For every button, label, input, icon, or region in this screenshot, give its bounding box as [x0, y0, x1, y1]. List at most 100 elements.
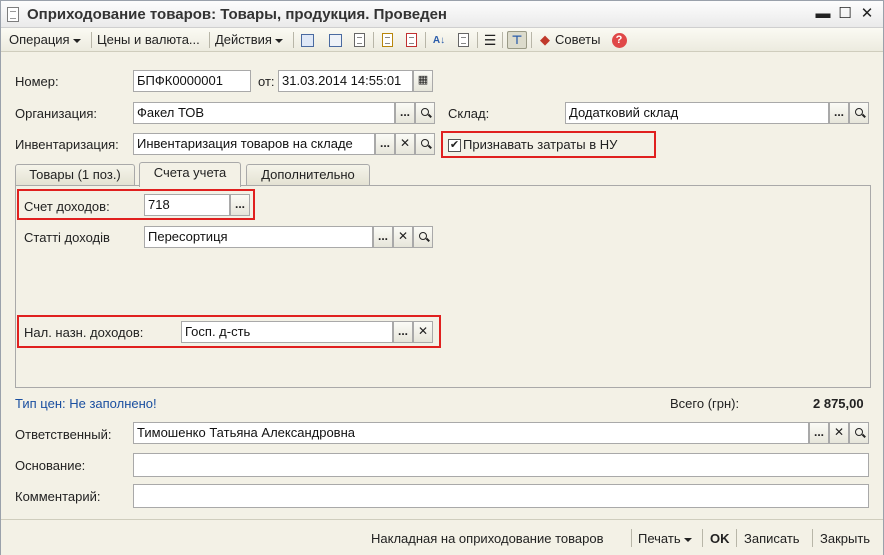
search-icon: [421, 139, 429, 147]
bottombar-divider: [631, 529, 632, 547]
responsible-open-button[interactable]: [849, 422, 869, 444]
warehouse-label: Склад:: [448, 106, 490, 121]
operation-menu-label: Операция: [9, 32, 70, 47]
search-icon: [855, 108, 863, 116]
actions-menu-label: Действия: [215, 32, 272, 47]
toolbar-divider: [293, 32, 294, 48]
bottombar-divider: [736, 529, 737, 547]
search-icon: [855, 428, 863, 436]
toolbar-divider: [209, 32, 210, 48]
number-field[interactable]: БПФК0000001: [133, 70, 251, 92]
close-window-button[interactable]: ✕: [857, 4, 877, 24]
prices-currency-button[interactable]: Цены и валюта...: [97, 31, 200, 49]
income-items-field[interactable]: Пересортиця: [144, 226, 373, 248]
hierarchy-icon[interactable]: ⊤: [507, 31, 527, 49]
total-value: 2 875,00: [813, 396, 864, 411]
income-items-clear-button[interactable]: ✕: [393, 226, 413, 248]
chevron-down-icon: [683, 537, 692, 542]
responsible-clear-button[interactable]: ✕: [829, 422, 849, 444]
toolbar-divider: [502, 32, 503, 48]
structure-icon[interactable]: ☰: [482, 32, 498, 48]
date-field[interactable]: 31.03.2014 14:55:01: [278, 70, 413, 92]
search-icon: [419, 232, 427, 240]
tips-button[interactable]: Советы: [555, 31, 600, 49]
operation-menu[interactable]: Операция: [9, 31, 81, 49]
refresh-icon[interactable]: [327, 32, 343, 48]
delete-document-icon[interactable]: [403, 32, 419, 48]
tips-icon[interactable]: ◆: [537, 32, 553, 48]
save-button[interactable]: Записать: [744, 531, 800, 546]
maximize-button[interactable]: ☐: [835, 4, 855, 24]
document-icon: [7, 7, 19, 22]
price-type-link[interactable]: Тип цен: Не заполнено!: [15, 396, 157, 411]
search-icon: [421, 108, 429, 116]
responsible-field[interactable]: Тимошенко Татьяна Александровна: [133, 422, 809, 444]
title-bar: Оприходование товаров: Товары, продукция…: [1, 1, 883, 28]
basis-field[interactable]: [133, 453, 869, 477]
income-account-field[interactable]: 718: [144, 194, 230, 216]
inventory-field[interactable]: Инвентаризация товаров на складе: [133, 133, 375, 155]
print-menu[interactable]: Печать: [638, 531, 692, 546]
bottombar-divider: [812, 529, 813, 547]
number-label: Номер:: [15, 74, 59, 89]
recognize-costs-checkbox[interactable]: ✔: [448, 139, 461, 152]
help-icon[interactable]: ?: [611, 32, 627, 48]
warehouse-field[interactable]: Додатковий склад: [565, 102, 829, 124]
post-document-icon[interactable]: [299, 32, 315, 48]
ok-button[interactable]: OK: [710, 531, 730, 546]
calendar-button[interactable]: ▦: [413, 70, 433, 92]
warehouse-open-button[interactable]: [849, 102, 869, 124]
bottom-action-bar: Накладная на оприходование товаров Печат…: [1, 519, 883, 555]
close-button[interactable]: Закрыть: [820, 531, 870, 546]
inventory-clear-button[interactable]: ✕: [395, 133, 415, 155]
tab-additional[interactable]: Дополнительно: [246, 164, 370, 186]
new-document-icon[interactable]: [379, 32, 395, 48]
toolbar-divider: [373, 32, 374, 48]
toolbar-divider: [531, 32, 532, 48]
basis-label: Основание:: [15, 458, 86, 473]
bottombar-divider: [702, 529, 703, 547]
income-items-select-button[interactable]: ...: [373, 226, 393, 248]
responsible-label: Ответственный:: [15, 427, 112, 442]
window-title: Оприходование товаров: Товары, продукция…: [27, 6, 447, 23]
toolbar-divider: [91, 32, 92, 48]
toolbar-divider: [425, 32, 426, 48]
toolbar: Операция Цены и валюта... Действия A↓ ☰ …: [1, 28, 883, 52]
tab-accounts[interactable]: Счета учета: [139, 162, 241, 187]
minimize-button[interactable]: ▬: [813, 4, 833, 24]
print-menu-label: Печать: [638, 531, 681, 546]
calendar-icon: ▦: [417, 74, 429, 86]
organization-field[interactable]: Факел ТОВ: [133, 102, 395, 124]
chevron-down-icon: [274, 38, 283, 43]
warehouse-select-button[interactable]: ...: [829, 102, 849, 124]
copy-icon[interactable]: [351, 32, 367, 48]
comment-field[interactable]: [133, 484, 869, 508]
income-account-select-button[interactable]: ...: [230, 194, 250, 216]
tax-purpose-clear-button[interactable]: ✕: [413, 321, 433, 343]
actions-menu[interactable]: Действия: [215, 31, 283, 49]
tax-purpose-label: Нал. назн. доходов:: [24, 325, 144, 340]
income-account-label: Счет доходов:: [24, 199, 110, 214]
income-items-label: Статті доходів: [24, 230, 110, 245]
total-label: Всего (грн):: [670, 396, 740, 411]
invoice-print-button[interactable]: Накладная на оприходование товаров: [371, 531, 603, 546]
date-label: от:: [258, 74, 275, 89]
recognize-costs-label[interactable]: Признавать затраты в НУ: [463, 137, 617, 152]
journal-icon[interactable]: [455, 32, 471, 48]
organization-open-button[interactable]: [415, 102, 435, 124]
organization-select-button[interactable]: ...: [395, 102, 415, 124]
income-items-open-button[interactable]: [413, 226, 433, 248]
responsible-select-button[interactable]: ...: [809, 422, 829, 444]
document-window: Оприходование товаров: Товары, продукция…: [0, 0, 884, 555]
tax-purpose-field[interactable]: Госп. д-сть: [181, 321, 393, 343]
chevron-down-icon: [72, 38, 81, 43]
organization-label: Организация:: [15, 106, 98, 121]
tax-purpose-select-button[interactable]: ...: [393, 321, 413, 343]
sort-az-icon[interactable]: A↓: [431, 32, 447, 48]
inventory-select-button[interactable]: ...: [375, 133, 395, 155]
toolbar-divider: [477, 32, 478, 48]
inventory-open-button[interactable]: [415, 133, 435, 155]
tab-goods[interactable]: Товары (1 поз.): [15, 164, 135, 186]
comment-label: Комментарий:: [15, 489, 101, 504]
inventory-label: Инвентаризация:: [15, 137, 119, 152]
